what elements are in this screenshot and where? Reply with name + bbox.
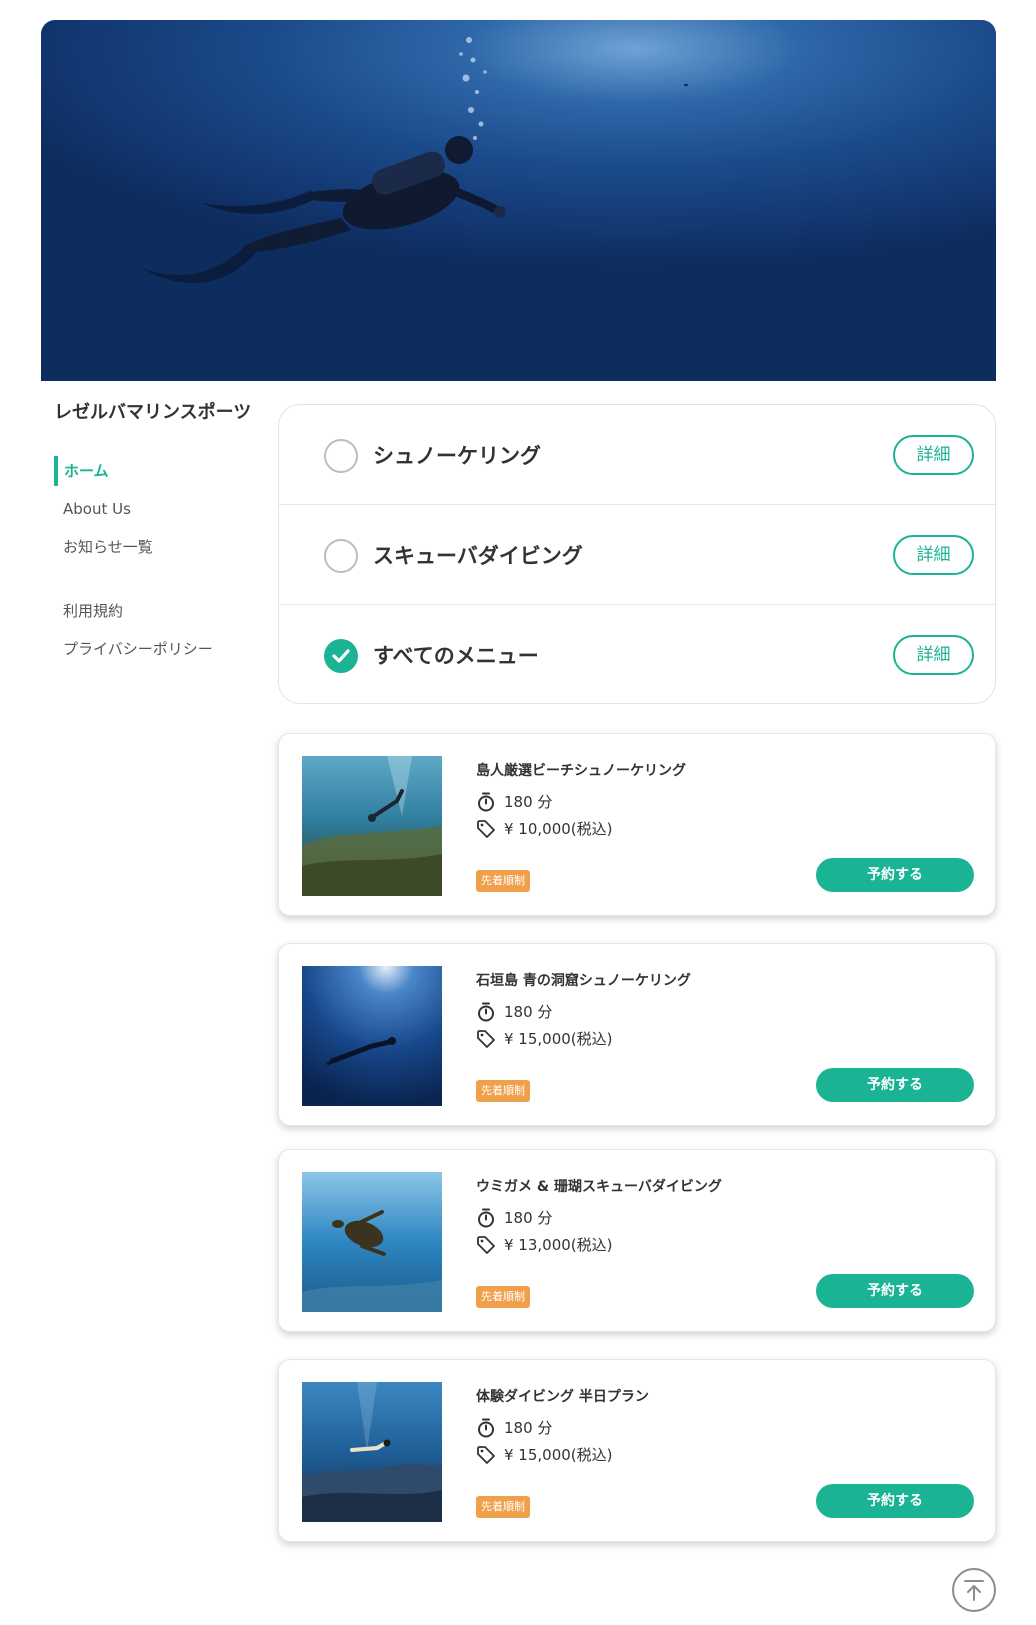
detail-button[interactable]: 詳細 [893,535,974,575]
diver-coral-photo [302,1382,442,1522]
brand-name[interactable]: レゼルバマリンスポーツ [54,398,251,424]
tour-title[interactable]: 島人厳選ビーチシュノーケリング [476,760,686,780]
duration-value: 180 分 [504,793,553,811]
nav-item-home[interactable]: ホーム [54,456,264,486]
price-value: ¥ 10,000(税込) [504,820,613,838]
nav-item-terms[interactable]: 利用規約 [54,596,264,634]
nav-divider [54,570,264,596]
book-button[interactable]: 予約する [816,858,974,892]
duration-value: 180 分 [504,1003,553,1021]
price-value: ¥ 15,000(税込) [504,1030,613,1048]
nav-item-about[interactable]: About Us [54,494,264,532]
nav-item-privacy[interactable]: プライバシーポリシー [54,634,264,672]
filter-option-scuba[interactable]: スキューバダイビング 詳細 [279,505,995,605]
tour-card: 石垣島 青の洞窟シュノーケリング 180 分 ¥ 15,000(税込) 先着順制… [278,943,996,1126]
diver-deep-blue-photo [302,966,442,1106]
tour-price: ¥ 15,000(税込) [476,1444,613,1465]
book-button[interactable]: 予約する [816,1068,974,1102]
filter-label[interactable]: すべてのメニュー [373,639,539,673]
status-badge: 先着順制 [476,1080,530,1102]
price-tag-icon [477,1235,495,1254]
status-badge: 先着順制 [476,870,530,892]
tour-duration: 180 分 [476,791,552,812]
tour-card: 体験ダイビング 半日プラン 180 分 ¥ 15,000(税込) 先着順制 予約… [278,1359,996,1542]
filter-option-all[interactable]: すべてのメニュー 詳細 [279,605,995,705]
duration-value: 180 分 [504,1209,553,1227]
radio-button[interactable] [324,539,358,573]
check-icon [332,649,350,663]
price-value: ¥ 13,000(税込) [504,1236,613,1254]
tour-title[interactable]: 体験ダイビング 半日プラン [476,1386,649,1406]
diver-illustration [141,37,688,284]
stopwatch-icon [478,1002,494,1021]
price-tag-icon [477,1029,495,1048]
price-tag-icon [477,819,495,838]
filter-label[interactable]: スキューバダイビング [373,539,583,573]
filter-option-snorkeling[interactable]: シュノーケリング 詳細 [279,405,995,505]
category-filter: シュノーケリング 詳細 スキューバダイビング 詳細 すべてのメニュー 詳細 [278,404,996,704]
nav-item-news[interactable]: お知らせ一覧 [54,532,264,570]
tour-duration: 180 分 [476,1001,552,1022]
snorkeler-reef-photo [302,756,442,896]
tour-price: ¥ 10,000(税込) [476,818,613,839]
sea-turtle-photo [302,1172,442,1312]
scroll-top-button[interactable] [952,1568,996,1612]
tour-price: ¥ 13,000(税込) [476,1234,613,1255]
stopwatch-icon [478,792,494,811]
status-badge: 先着順制 [476,1496,530,1518]
hero-image [41,20,996,381]
detail-button[interactable]: 詳細 [893,635,974,675]
stopwatch-icon [478,1418,494,1437]
sidebar-nav: ホーム About Us お知らせ一覧 利用規約 プライバシーポリシー [54,456,264,672]
tour-duration: 180 分 [476,1417,552,1438]
duration-value: 180 分 [504,1419,553,1437]
filter-label[interactable]: シュノーケリング [373,439,541,473]
tour-title[interactable]: ウミガメ & 珊瑚スキューバダイビング [476,1176,722,1196]
arrow-up-icon [964,1580,984,1601]
radio-button-checked[interactable] [324,639,358,673]
tour-price: ¥ 15,000(税込) [476,1028,613,1049]
status-badge: 先着順制 [476,1286,530,1308]
stopwatch-icon [478,1208,494,1227]
detail-button[interactable]: 詳細 [893,435,974,475]
price-value: ¥ 15,000(税込) [504,1446,613,1464]
book-button[interactable]: 予約する [816,1274,974,1308]
book-button[interactable]: 予約する [816,1484,974,1518]
tour-duration: 180 分 [476,1207,552,1228]
tour-card: 島人厳選ビーチシュノーケリング 180 分 ¥ 10,000(税込) 先着順制 … [278,733,996,916]
tour-title[interactable]: 石垣島 青の洞窟シュノーケリング [476,970,691,990]
radio-button[interactable] [324,439,358,473]
price-tag-icon [477,1445,495,1464]
tour-card: ウミガメ & 珊瑚スキューバダイビング 180 分 ¥ 13,000(税込) 先… [278,1149,996,1332]
